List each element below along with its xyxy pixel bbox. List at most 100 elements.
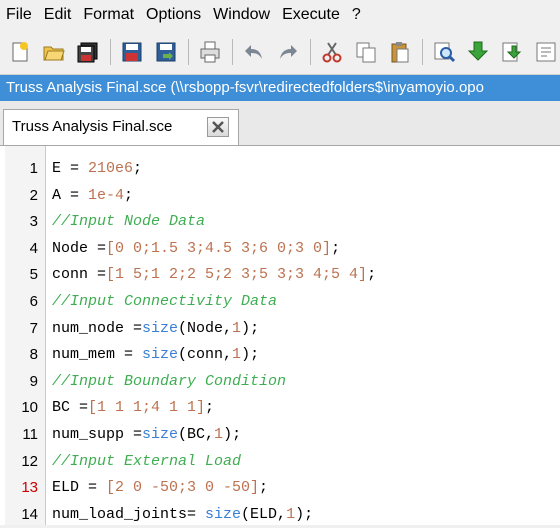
- code-comment: //Input Boundary Condition: [52, 372, 287, 390]
- line-number: 6: [29, 292, 38, 310]
- code-comment: //Input External Load: [52, 452, 242, 470]
- code-line[interactable]: 13 ELD = [2 0 -50;3 0 -50];: [0, 475, 560, 502]
- code-editor[interactable]: 1 E = 210e6; 2 A = 1e-4; 3 //Input Node Data 4…: [0, 146, 560, 525]
- menu-format[interactable]: Format: [77, 0, 140, 30]
- code-content: //Input Boundary Condition: [52, 369, 286, 396]
- code-text: num_load_joints=: [52, 505, 206, 523]
- line-number: 8: [29, 346, 38, 364]
- code-comment: //Input Connectivity Data: [52, 292, 278, 310]
- tab-truss-analysis[interactable]: Truss Analysis Final.sce: [3, 109, 239, 145]
- code-content: BC =[1 1 1;4 1 1];: [52, 395, 214, 422]
- redo-icon[interactable]: [274, 38, 302, 66]
- close-icon: [212, 121, 224, 133]
- menu-edit[interactable]: Edit: [38, 0, 78, 30]
- code-text: num_node =: [52, 319, 143, 337]
- code-line[interactable]: 12 //Input External Load: [0, 449, 560, 476]
- code-function: size: [205, 505, 242, 523]
- code-text: (ELD,: [241, 505, 287, 523]
- code-text: A =: [52, 186, 89, 204]
- code-content: num_node =size(Node,1);: [52, 316, 259, 343]
- code-line[interactable]: 4 Node =[0 0;1.5 3;4.5 3;6 0;3 0];: [0, 236, 560, 263]
- code-content: conn =[1 5;1 2;2 5;2 3;5 3;3 4;5 4];: [52, 262, 376, 289]
- code-content: //Input Node Data: [52, 209, 205, 236]
- scinotes-icon[interactable]: [532, 38, 560, 66]
- load-icon[interactable]: [498, 38, 526, 66]
- line-number: 3: [29, 213, 38, 231]
- code-text: ELD =: [52, 479, 107, 497]
- code-text: (conn,: [178, 346, 233, 364]
- copy-icon[interactable]: [352, 38, 380, 66]
- menu-window[interactable]: Window: [207, 0, 276, 30]
- print-icon[interactable]: [196, 38, 224, 66]
- code-line[interactable]: 10 BC =[1 1 1;4 1 1];: [0, 395, 560, 422]
- code-line[interactable]: 9 //Input Boundary Condition: [0, 369, 560, 396]
- code-content: //Input Connectivity Data: [52, 289, 277, 316]
- code-line[interactable]: 14 num_load_joints= size(ELD,1);: [0, 502, 560, 528]
- new-file-icon[interactable]: [6, 38, 34, 66]
- menu-bar: File Edit Format Options Window Execute …: [0, 0, 560, 30]
- code-text: ;: [367, 266, 377, 284]
- find-icon[interactable]: [430, 38, 458, 66]
- line-number: 4: [29, 239, 38, 257]
- code-number: 1: [214, 425, 224, 443]
- code-text: ;: [259, 479, 269, 497]
- window-title: Truss Analysis Final.sce (\\rsbopp-fsvr\…: [0, 75, 560, 101]
- line-number: 9: [29, 372, 38, 390]
- save-icon[interactable]: [118, 38, 146, 66]
- code-text: ;: [133, 160, 143, 177]
- tab-label: Truss Analysis Final.sce: [12, 118, 173, 135]
- code-line[interactable]: 7 num_node =size(Node,1);: [0, 316, 560, 343]
- code-number: 210e6: [88, 160, 134, 177]
- code-line[interactable]: 3 //Input Node Data: [0, 209, 560, 236]
- line-number: 14: [21, 505, 38, 523]
- code-number: 1: [232, 319, 242, 337]
- code-line[interactable]: 8 num_mem = size(conn,1);: [0, 342, 560, 369]
- code-content: num_mem = size(conn,1);: [52, 342, 259, 369]
- code-text: Node =: [52, 239, 107, 257]
- code-number: [1 5;1 2;2 5;2 3;5 3;3 4;5 4]: [106, 266, 368, 284]
- save-as-icon[interactable]: [152, 38, 180, 66]
- line-number: 2: [29, 186, 38, 204]
- tab-strip: Truss Analysis Final.sce: [0, 101, 560, 146]
- code-text: );: [241, 319, 260, 337]
- code-function: size: [142, 346, 179, 364]
- code-line[interactable]: 1 E = 210e6;: [0, 156, 560, 183]
- code-number: 1e-4: [88, 186, 125, 204]
- menu-help[interactable]: ?: [346, 0, 367, 30]
- code-text: BC =: [52, 399, 89, 417]
- code-line[interactable]: 2 A = 1e-4;: [0, 183, 560, 210]
- undo-icon[interactable]: [240, 38, 268, 66]
- code-text: );: [295, 505, 314, 523]
- paste-icon[interactable]: [386, 38, 414, 66]
- cut-icon[interactable]: [318, 38, 346, 66]
- code-number: [0 0;1.5 3;4.5 3;6 0;3 0]: [106, 239, 332, 257]
- code-function: size: [142, 425, 179, 443]
- code-text: (Node,: [178, 319, 233, 337]
- toolbar: [0, 30, 560, 75]
- menu-execute[interactable]: Execute: [276, 0, 346, 30]
- code-content: Node =[0 0;1.5 3;4.5 3;6 0;3 0];: [52, 236, 340, 263]
- close-tab-button[interactable]: [207, 117, 229, 137]
- code-content: //Input External Load: [52, 449, 241, 476]
- code-text: );: [223, 425, 242, 443]
- code-number: [1 1 1;4 1 1]: [88, 399, 206, 417]
- code-comment: //Input Node Data: [52, 213, 206, 231]
- code-line[interactable]: 6 //Input Connectivity Data: [0, 289, 560, 316]
- execute-icon[interactable]: [464, 38, 492, 66]
- line-number: 7: [29, 319, 38, 337]
- line-number: 12: [21, 452, 38, 470]
- code-content: E = 210e6;: [52, 156, 142, 183]
- code-number: [2 0 -50;3 0 -50]: [106, 479, 260, 497]
- menu-file[interactable]: File: [0, 0, 38, 30]
- open-file-icon[interactable]: [40, 38, 68, 66]
- code-line[interactable]: 11 num_supp =size(BC,1);: [0, 422, 560, 449]
- code-text: (BC,: [178, 425, 215, 443]
- save-all-icon[interactable]: [74, 38, 102, 66]
- code-text: ;: [205, 399, 215, 417]
- menu-options[interactable]: Options: [140, 0, 207, 30]
- line-number: 13: [21, 479, 38, 497]
- code-line[interactable]: 5 conn =[1 5;1 2;2 5;2 3;5 3;3 4;5 4];: [0, 262, 560, 289]
- code-text: E =: [52, 160, 89, 177]
- code-text: conn =: [52, 266, 107, 284]
- line-number: 11: [22, 425, 38, 443]
